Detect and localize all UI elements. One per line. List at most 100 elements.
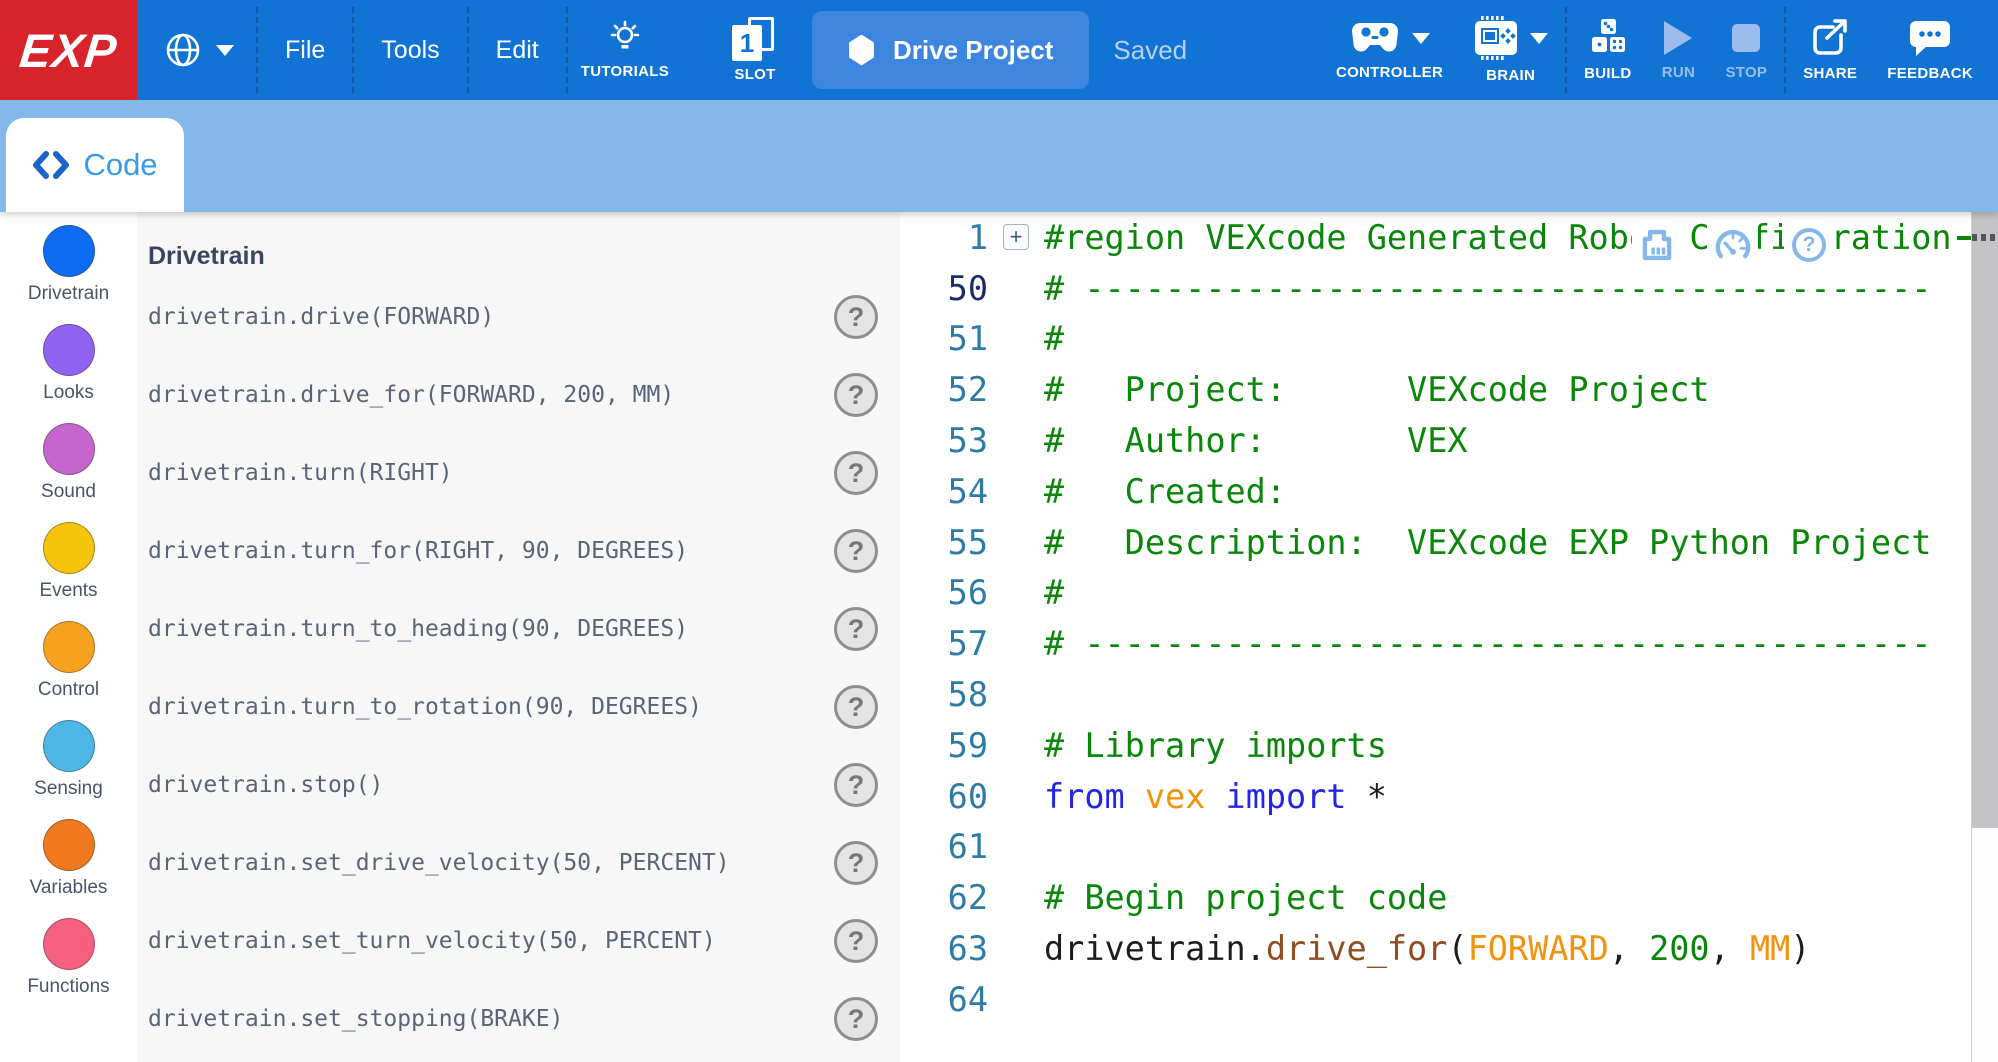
- code-line[interactable]: 51 #: [900, 314, 1971, 365]
- chevron-down-icon: [216, 45, 234, 65]
- sidebar-category-events[interactable]: Events: [0, 522, 137, 602]
- code-line[interactable]: 60 from vex import *: [900, 771, 1971, 822]
- code-text: # --------------------------------------…: [1044, 624, 1931, 663]
- category-label: Events: [39, 580, 97, 602]
- menu-file[interactable]: File: [258, 0, 352, 100]
- code-line[interactable]: 57 # -----------------------------------…: [900, 618, 1971, 669]
- command-help-button[interactable]: ?: [834, 919, 878, 963]
- top-navbar: EXP File Tools Edit: [0, 0, 1998, 100]
- command-text[interactable]: drivetrain.set_turn_velocity(50, PERCENT…: [148, 928, 716, 954]
- project-name-button[interactable]: Drive Project: [812, 11, 1089, 89]
- command-text[interactable]: drivetrain.turn_to_heading(90, DEGREES): [148, 616, 688, 642]
- controller-button[interactable]: CONTROLLER: [1323, 0, 1456, 100]
- command-row: drivetrain.set_turn_velocity(50, PERCENT…: [148, 902, 900, 980]
- share-button[interactable]: SHARE: [1790, 0, 1870, 100]
- command-row: drivetrain.stop() ?: [148, 746, 900, 824]
- controller-label: CONTROLLER: [1336, 64, 1443, 81]
- run-play-icon: [1661, 19, 1695, 57]
- code-line[interactable]: 54 # Created:: [900, 466, 1971, 517]
- stop-square-icon: [1729, 19, 1763, 57]
- command-text[interactable]: drivetrain.stop(): [148, 772, 383, 798]
- command-text[interactable]: drivetrain.drive_for(FORWARD, 200, MM): [148, 382, 674, 408]
- menu-edit[interactable]: Edit: [469, 0, 566, 100]
- command-text[interactable]: drivetrain.turn_for(RIGHT, 90, DEGREES): [148, 538, 688, 564]
- language-button[interactable]: [140, 0, 256, 100]
- category-label: Sound: [41, 481, 96, 503]
- sidebar-category-looks[interactable]: Looks: [0, 324, 137, 404]
- navbar-separator: [566, 7, 568, 93]
- category-label: Sensing: [34, 778, 103, 800]
- category-label: Drivetrain: [28, 283, 109, 305]
- run-button[interactable]: RUN: [1648, 0, 1708, 100]
- stop-button[interactable]: STOP: [1712, 0, 1780, 100]
- sidebar-category-drivetrain[interactable]: Drivetrain: [0, 225, 137, 305]
- dashboard-gauge-button[interactable]: [1708, 220, 1758, 270]
- sidebar-category-control[interactable]: Control: [0, 621, 137, 701]
- menu-tools[interactable]: Tools: [354, 0, 466, 100]
- help-button[interactable]: ?: [1784, 220, 1834, 270]
- command-help-button[interactable]: ?: [834, 451, 878, 495]
- category-label: Looks: [43, 382, 94, 404]
- sidebar-category-functions[interactable]: Functions: [0, 918, 137, 998]
- code-text: #: [1044, 319, 1064, 358]
- sidebar-category-sound[interactable]: Sound: [0, 423, 137, 503]
- fold-gutter: +: [988, 224, 1044, 250]
- tutorials-label: TUTORIALS: [581, 63, 669, 80]
- chevron-down-icon[interactable]: [1412, 33, 1430, 53]
- command-row: drivetrain.turn_for(RIGHT, 90, DEGREES) …: [148, 512, 900, 590]
- exp-logo[interactable]: EXP: [0, 0, 137, 100]
- line-number: 62: [900, 878, 988, 917]
- command-help-button[interactable]: ?: [834, 841, 878, 885]
- stop-label: STOP: [1725, 64, 1767, 81]
- command-help-button[interactable]: ?: [834, 529, 878, 573]
- command-help-button[interactable]: ?: [834, 763, 878, 807]
- category-color-dot: [43, 225, 95, 277]
- line-number: 56: [900, 573, 988, 612]
- slot-label: SLOT: [734, 66, 775, 83]
- command-help-button[interactable]: ?: [834, 997, 878, 1041]
- vexcode-app: EXP File Tools Edit: [0, 0, 1998, 1062]
- controller-icon: [1349, 19, 1401, 57]
- code-line[interactable]: 58: [900, 669, 1971, 720]
- code-line[interactable]: 56 #: [900, 568, 1971, 619]
- fold-plus-icon[interactable]: +: [1003, 224, 1029, 250]
- sidebar-category-sensing[interactable]: Sensing: [0, 720, 137, 800]
- code-line[interactable]: 62 # Begin project code: [900, 872, 1971, 923]
- code-line[interactable]: 59 # Library imports: [900, 720, 1971, 771]
- category-color-dot: [43, 522, 95, 574]
- code-line[interactable]: 64: [900, 974, 1971, 1025]
- console-port-button[interactable]: [1632, 220, 1682, 270]
- code-text: # Begin project code: [1044, 878, 1447, 917]
- editor-scrollbar[interactable]: [1971, 212, 1998, 1062]
- toolbar: Code: [0, 100, 1998, 212]
- command-text[interactable]: drivetrain.turn_to_rotation(90, DEGREES): [148, 694, 702, 720]
- command-help-button[interactable]: ?: [834, 685, 878, 729]
- slot-button[interactable]: 1 SLOT: [722, 17, 788, 83]
- command-row: drivetrain.drive_for(FORWARD, 200, MM) ?: [148, 356, 900, 434]
- code-line[interactable]: 53 # Author: VEX: [900, 415, 1971, 466]
- command-text[interactable]: drivetrain.turn(RIGHT): [148, 460, 453, 486]
- tutorials-button[interactable]: TUTORIALS: [568, 0, 682, 100]
- console-port-icon: [1638, 226, 1676, 264]
- chevron-down-icon[interactable]: [1530, 33, 1548, 53]
- build-button[interactable]: BUILD: [1571, 0, 1644, 100]
- code-tab-label: Code: [83, 147, 157, 183]
- code-line[interactable]: 55 # Description: VEXcode EXP Python Pro…: [900, 517, 1971, 568]
- code-line[interactable]: 61: [900, 822, 1971, 873]
- feedback-button[interactable]: FEEDBACK: [1874, 0, 1986, 100]
- code-line[interactable]: 50 # -----------------------------------…: [900, 263, 1971, 314]
- command-text[interactable]: drivetrain.drive(FORWARD): [148, 304, 494, 330]
- code-line[interactable]: 52 # Project: VEXcode Project: [900, 364, 1971, 415]
- command-text[interactable]: drivetrain.set_stopping(BRAKE): [148, 1006, 563, 1032]
- brain-button[interactable]: BRAIN: [1460, 0, 1561, 100]
- command-help-button[interactable]: ?: [834, 373, 878, 417]
- command-help-button[interactable]: ?: [834, 607, 878, 651]
- scrollbar-thumb[interactable]: [1972, 212, 1998, 828]
- tab-code[interactable]: Code: [6, 118, 184, 212]
- sidebar-category-variables[interactable]: Variables: [0, 819, 137, 899]
- code-editor[interactable]: 1 + #region VEXcode Generated Robot Conf…: [900, 212, 1998, 1062]
- share-label: SHARE: [1803, 65, 1857, 82]
- command-help-button[interactable]: ?: [834, 295, 878, 339]
- command-text[interactable]: drivetrain.set_drive_velocity(50, PERCEN…: [148, 850, 730, 876]
- code-line[interactable]: 63 drivetrain.drive_for(FORWARD, 200, MM…: [900, 923, 1971, 974]
